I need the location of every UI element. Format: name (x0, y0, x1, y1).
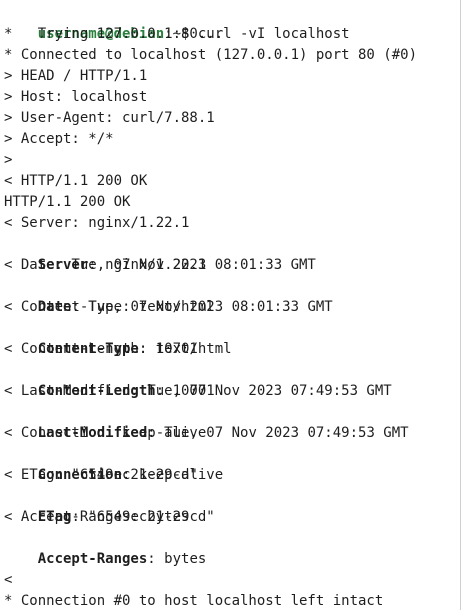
output-line: < (4, 572, 13, 588)
output-line: > User-Agent: curl/7.88.1 (4, 110, 215, 126)
output-line: * Connected to localhost (127.0.0.1) por… (4, 47, 418, 63)
header-line: Accept-Ranges: bytes (4, 528, 207, 567)
output-line: * Trying 127.0.0.1:80... (4, 26, 224, 42)
output-line: > Accept: */* (4, 131, 114, 147)
output-line: HTTP/1.1 200 OK (4, 194, 131, 210)
header-value: : bytes (147, 551, 207, 567)
header-line: Content-Type: text/html (4, 318, 232, 357)
output-line: < HTTP/1.1 200 OK (4, 173, 148, 189)
output-line: < Content-Type: text/html (4, 299, 215, 315)
output-line: < ETag: "6549ec21-29cd" (4, 467, 198, 483)
header-line: Content-Length: 10701 (4, 360, 215, 399)
terminal-window[interactable]: username@debian:~$ curl -vI localhost * … (0, 0, 461, 610)
header-line: Last-Modified: Tue, 07 Nov 2023 07:49:53… (4, 402, 409, 441)
output-line: < Last-Modified: Tue, 07 Nov 2023 07:49:… (4, 383, 392, 399)
header-line: ETag: "6549ec21-29cd" (4, 486, 215, 525)
header-line: Date: Tue, 07 Nov 2023 08:01:33 GMT (4, 276, 333, 315)
output-line: < Date: Tue, 07 Nov 2023 08:01:33 GMT (4, 257, 316, 273)
header-key: Accept-Ranges (37, 551, 148, 567)
output-line: < Accept-Ranges: bytes (4, 509, 190, 525)
output-line: > Host: localhost (4, 89, 148, 105)
output-line: < Content-Length: 10701 (4, 341, 198, 357)
output-line: < Server: nginx/1.22.1 (4, 215, 190, 231)
header-line: Connection: keep-alive (4, 444, 223, 483)
output-line: > HEAD / HTTP/1.1 (4, 68, 148, 84)
header-line: Server: nginx/1.22.1 (4, 234, 207, 273)
output-line: * Connection #0 to host localhost left i… (4, 593, 384, 609)
prompt-line: username@debian:~$ curl -vI localhost (4, 3, 350, 42)
output-line: < Connection: keep-alive (4, 425, 207, 441)
output-line: > (4, 152, 13, 168)
